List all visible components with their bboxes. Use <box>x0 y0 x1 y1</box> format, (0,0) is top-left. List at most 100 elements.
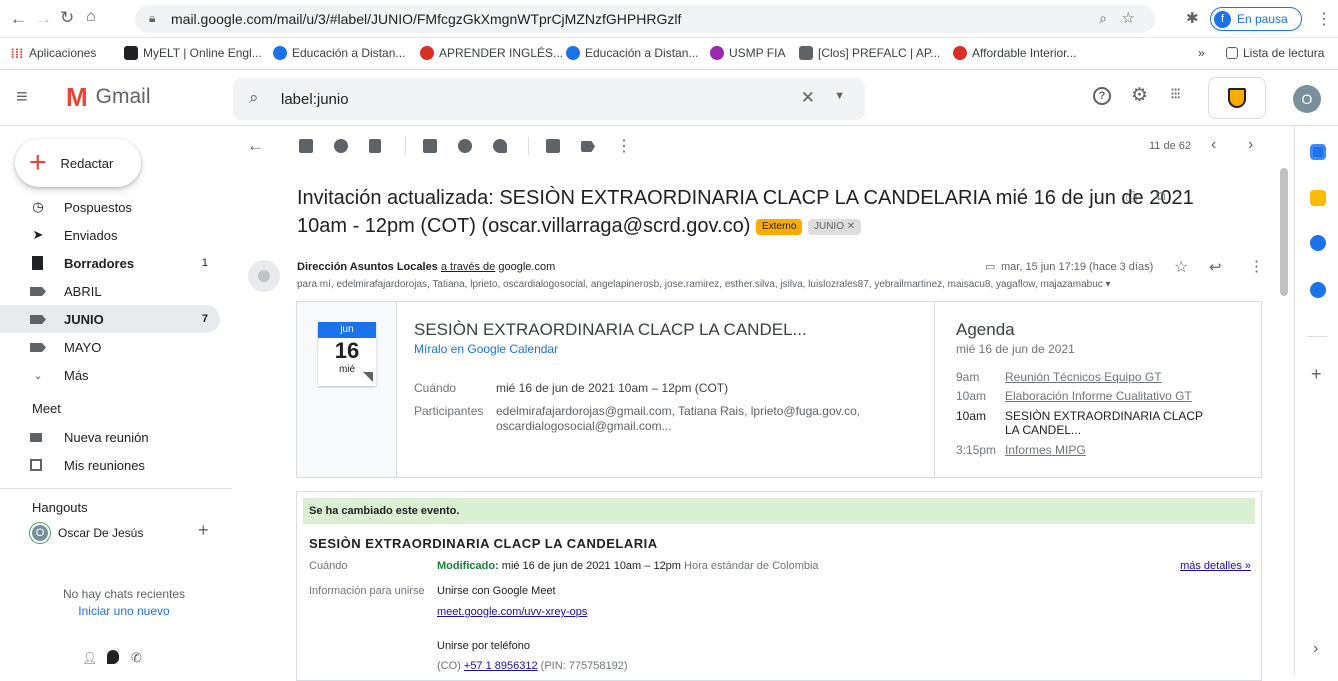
sender-line: Dirección Asuntos Locales a través de go… <box>297 261 555 273</box>
apps-grid-icon[interactable]: ⁝⁝⁝ <box>1170 84 1181 104</box>
bookmark-aprender[interactable]: APRENDER INGLÉS... <box>420 46 563 60</box>
sidebar-item-mayo[interactable]: MAYO <box>0 333 220 361</box>
tasks-app-icon[interactable] <box>1310 235 1326 251</box>
person-icon[interactable]: 👤︎ <box>82 651 97 665</box>
agenda-time: 10am <box>956 409 987 423</box>
back-to-list-icon[interactable]: ← <box>247 136 264 156</box>
address-bar[interactable]: 🔒︎ mail.google.com/mail/u/3/#label/JUNIO… <box>135 5 1155 33</box>
back-arrow-icon[interactable]: ← <box>10 9 27 29</box>
newer-chevron-icon[interactable]: ‹ <box>1211 136 1216 154</box>
phone-icon[interactable]: ✆ <box>131 650 142 666</box>
agenda-event[interactable]: Elaboración Informe Cualitativo GT <box>1005 389 1192 403</box>
sender-avatar[interactable] <box>248 260 280 292</box>
more-bookmarks[interactable]: » <box>1198 46 1205 60</box>
gmail-logo[interactable]: M Gmail <box>66 84 151 110</box>
search-icon[interactable]: ⌕ <box>249 88 259 108</box>
hangouts-quote-icon[interactable] <box>107 650 119 664</box>
bookmark-educacion-2[interactable]: Educación a Distan... <box>566 46 698 60</box>
bookmark-apps[interactable]: ⁞⁞⁞ Aplicaciones <box>10 46 97 61</box>
zoom-icon[interactable]: ⌕ <box>1099 10 1107 27</box>
more-details-link[interactable]: más detalles » <box>1180 560 1251 572</box>
message-more-icon[interactable]: ⋮ <box>1249 257 1264 275</box>
label-chip[interactable]: JUNIO ✕ <box>807 218 862 235</box>
meet-item-label: Nueva reunión <box>64 429 149 445</box>
message-scrollbar[interactable] <box>1280 168 1288 296</box>
bookmark-usmp[interactable]: USMP FIA <box>710 46 785 60</box>
search-options-icon[interactable]: ▼ <box>834 90 845 102</box>
agenda-event[interactable]: Reunión Técnicos Equipo GT <box>1005 370 1162 384</box>
agenda-item[interactable]: 10am Elaboración Informe Cualitativo GT <box>956 389 1246 403</box>
archive-icon[interactable] <box>299 139 313 153</box>
sidebar-item-borradores[interactable]: Borradores 1 <box>0 249 220 277</box>
star-icon[interactable]: ☆ <box>1174 257 1188 277</box>
side-panel: + › <box>1294 126 1338 675</box>
phone-number-link[interactable]: +57 1 8956312 <box>464 660 538 672</box>
sidebar-item-enviados[interactable]: ➤ Enviados <box>0 221 220 249</box>
settings-gear-icon[interactable]: ⚙ <box>1131 84 1148 107</box>
organization-logo[interactable] <box>1208 77 1266 119</box>
bookmark-myelt[interactable]: MyELT | Online Engl... <box>124 46 262 60</box>
meet-my-meetings[interactable]: Mis reuniones <box>0 451 220 479</box>
search-input[interactable]: label:junio <box>281 91 349 108</box>
recipients-line[interactable]: para mí, edelmirafajardorojas, Tatiana, … <box>297 279 1177 290</box>
contacts-app-icon[interactable] <box>1310 282 1326 298</box>
forward-arrow-icon[interactable]: → <box>35 9 52 29</box>
add-task-icon[interactable] <box>493 139 507 153</box>
report-spam-icon[interactable] <box>334 139 348 153</box>
view-in-calendar-link[interactable]: Míralo en Google Calendar <box>414 342 558 356</box>
start-new-chat-link[interactable]: Iniciar uno nuevo <box>0 604 248 618</box>
delete-icon[interactable] <box>369 139 381 153</box>
snooze-icon[interactable] <box>458 139 472 153</box>
recipients-dropdown-icon[interactable]: ▾ <box>1106 279 1111 290</box>
print-icon[interactable]: ⎙ <box>1126 188 1137 205</box>
bookmark-prefalc[interactable]: [Clos] PREFALC | AP... <box>799 46 940 60</box>
sidebar-item-mas[interactable]: ⌄ Más <box>0 361 220 389</box>
sidebar-item-pospuestos[interactable]: ◷ Pospuestos <box>0 193 220 221</box>
reading-list[interactable]: Lista de lectura <box>1226 46 1324 60</box>
join-info-label: Información para unirse <box>309 585 425 597</box>
browser-toolbar: ← → ↻ ⌂ 🔒︎ mail.google.com/mail/u/3/#lab… <box>0 0 1338 38</box>
more-options-icon[interactable]: ⋮ <box>616 136 632 156</box>
sender-name[interactable]: Dirección Asuntos Locales <box>297 261 438 273</box>
compose-button[interactable]: + Redactar <box>15 139 141 187</box>
via-domain: google.com <box>498 261 556 273</box>
browser-menu-icon[interactable]: ⋮ <box>1316 9 1332 29</box>
url-text: mail.google.com/mail/u/3/#label/JUNIO/FM… <box>171 11 682 27</box>
clear-search-icon[interactable]: ✕ <box>801 88 815 108</box>
via-link[interactable]: a través de <box>441 261 495 273</box>
reply-icon[interactable]: ↩ <box>1209 258 1222 276</box>
profile-button[interactable]: f En pausa <box>1210 7 1302 31</box>
agenda-item[interactable]: 3:15pm Informes MIPG <box>956 443 1246 457</box>
account-avatar[interactable]: O <box>1293 85 1321 113</box>
sidebar-item-junio[interactable]: JUNIO 7 <box>0 305 220 333</box>
mark-unread-icon[interactable] <box>423 139 437 153</box>
hangouts-avatar: O <box>30 523 50 543</box>
compose-label: Redactar <box>60 155 114 171</box>
add-chat-icon[interactable]: + <box>198 520 209 541</box>
label-icon[interactable] <box>581 141 595 152</box>
open-new-window-icon[interactable]: ⧉ <box>1156 188 1165 204</box>
help-icon[interactable]: ? <box>1093 87 1111 105</box>
agenda-item[interactable]: 9am Reunión Técnicos Equipo GT <box>956 370 1246 384</box>
agenda-event[interactable]: Informes MIPG <box>1005 443 1086 457</box>
calendar-app-icon[interactable] <box>1310 144 1326 160</box>
bookmark-affordable[interactable]: Affordable Interior... <box>953 46 1077 60</box>
meet-link[interactable]: meet.google.com/uvv-xrey-ops <box>437 606 587 618</box>
search-bar[interactable]: ⌕ label:junio ✕ ▼ <box>233 78 865 120</box>
keep-app-icon[interactable] <box>1310 190 1326 206</box>
main-menu-icon[interactable]: ≡ <box>16 86 28 109</box>
expand-panel-chevron-icon[interactable]: › <box>1313 640 1318 658</box>
phone-row: (CO) +57 1 8956312 (PIN: 775758192) <box>437 660 628 672</box>
move-to-icon[interactable] <box>546 139 560 153</box>
get-addons-plus-icon[interactable]: + <box>1311 364 1322 385</box>
extensions-icon[interactable]: ✱ <box>1186 9 1199 27</box>
bookmark-educacion-1[interactable]: Educación a Distan... <box>273 46 405 60</box>
home-icon[interactable]: ⌂ <box>86 8 96 26</box>
remove-label-icon[interactable]: ✕ <box>847 221 855 232</box>
reload-icon[interactable]: ↻ <box>60 8 74 28</box>
meet-new-meeting[interactable]: Nueva reunión <box>0 423 220 451</box>
star-icon[interactable]: ☆ <box>1122 9 1135 27</box>
sidebar-item-abril[interactable]: ABRIL <box>0 277 220 305</box>
hangouts-user[interactable]: O Oscar De Jesús <box>30 521 220 545</box>
older-chevron-icon[interactable]: › <box>1248 136 1253 154</box>
